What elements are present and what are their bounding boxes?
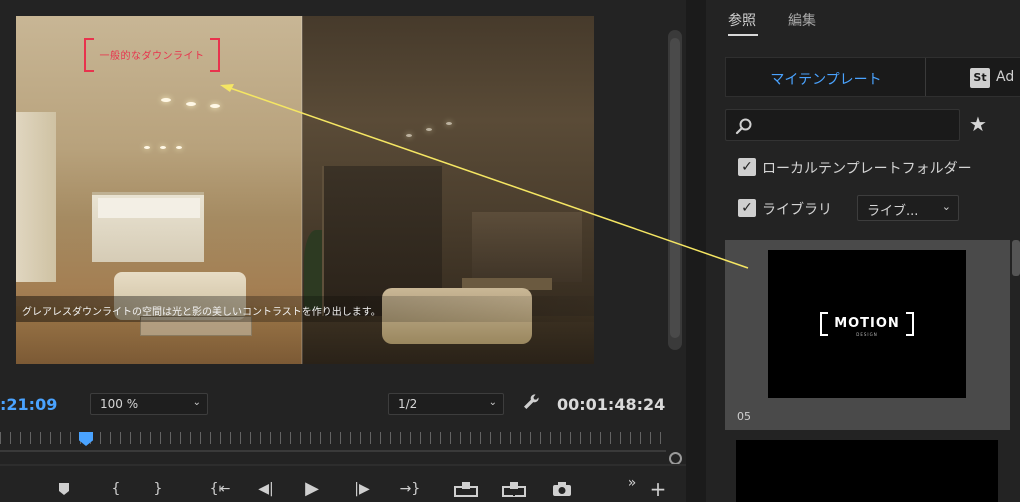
active-tab-indicator [728,34,758,36]
bracket-right [210,38,220,72]
downlight [144,146,150,149]
wall [16,112,56,282]
template-source-switch: マイテンプレート St Ad [725,57,1020,97]
template-card[interactable]: MOTION DESIGN 05 [725,240,1010,430]
track-bar [0,464,686,466]
panel-gutter [686,0,706,502]
step-forward-button[interactable]: |▶ [350,478,374,500]
go-to-in-button[interactable]: {⇤ [206,478,234,500]
overlay-label-frame: 一般的なダウンライト [84,38,220,72]
wrench-icon[interactable] [520,392,542,414]
ruler-ticks [0,432,662,444]
monitor-controls: :21:09 100 % ⌄ 1/2 ⌄ 00:01:48:24 [0,392,686,418]
bracket-left [84,38,94,72]
motion-design-logo: MOTION DESIGN [820,312,914,338]
extract-button[interactable] [502,478,526,500]
monitor-scrollbar[interactable] [668,30,682,350]
ruler-base [0,450,666,452]
tab-edit[interactable]: 編集 [788,10,816,30]
logo-text: MOTION [834,316,900,331]
downlight [186,102,196,106]
downlight [406,134,412,137]
chevron-down-icon: ⌄ [488,397,497,408]
my-templates-label: マイテンプレート [770,72,882,88]
logo-subtext: DESIGN [856,332,878,337]
overlay-label-text: 一般的なダウンライト [99,51,205,62]
search-input[interactable] [760,116,950,136]
mark-in-button[interactable]: { [104,478,128,500]
play-button[interactable]: ▶ [300,478,324,500]
mark-out-button[interactable]: } [146,478,170,500]
template-card[interactable] [736,440,998,502]
logo-bracket-left [820,312,828,336]
playhead-timecode[interactable]: :21:09 [0,395,57,414]
resolution-dropdown[interactable]: 1/2 ⌄ [388,393,504,415]
transport-controls: { } {⇤ ◀| ▶ |▶ →} » + [0,474,686,502]
caption-bar: グレアレスダウンライトの空間は光と影の美しいコントラストを作り出します。 [16,296,594,322]
button-editor-add-icon[interactable]: + [646,478,670,500]
my-templates-button[interactable]: マイテンプレート [726,58,926,96]
more-controls-icon[interactable]: » [620,472,644,494]
chevron-down-icon: ⌄ [192,397,201,408]
caption-text: グレアレスダウンライトの空間は光と影の美しいコントラストを作り出します。 [22,307,381,318]
kitchen-cabinet [98,198,200,218]
downlight [161,98,171,102]
downlight [210,104,220,108]
template-thumbnail: MOTION DESIGN [768,250,966,398]
program-monitor: 一般的なダウンライト グレアレスダウンライトの空間は光と影の美しいコントラストを… [0,0,686,502]
monitor-scrollbar-thumb[interactable] [670,38,680,338]
add-marker-button[interactable] [52,478,76,500]
downlight [446,122,452,125]
search-icon [735,118,752,135]
panel-scrollbar-thumb[interactable] [1012,240,1020,276]
logo-bracket-right [906,312,914,336]
local-folder-checkbox[interactable]: ✓ [738,158,756,176]
zoom-value: 100 % [100,397,139,411]
library-checkbox[interactable]: ✓ [738,199,756,217]
library-dropdown[interactable]: ライブ... ⌄ [857,195,959,221]
lift-button[interactable] [454,478,478,500]
adobe-stock-icon[interactable]: St [970,68,990,88]
local-folder-label: ローカルテンプレートフォルダー [762,161,972,177]
cabinet [472,212,582,282]
library-dropdown-value: ライブ... [867,204,919,219]
resolution-value: 1/2 [398,397,418,411]
template-name: 05 [737,410,751,423]
star-icon[interactable]: ★ [966,112,990,136]
zoom-dropdown[interactable]: 100 % ⌄ [90,393,208,415]
search-field[interactable] [725,109,960,141]
downlight [176,146,182,149]
tab-browse[interactable]: 参照 [728,10,756,30]
duration-timecode: 00:01:48:24 [557,395,666,414]
downlight [160,146,166,149]
adobe-stock-label[interactable]: Ad [996,69,1014,85]
premiere-window: 一般的なダウンライト グレアレスダウンライトの空間は光と影の美しいコントラストを… [0,0,1020,502]
chevron-down-icon: ⌄ [941,200,951,213]
camera-icon[interactable] [550,478,574,500]
time-ruler[interactable] [0,426,686,465]
essential-graphics-panel: 参照 編集 マイテンプレート St Ad ★ ✓ ローカルテンプレートフォルダー… [706,0,1020,502]
downlight [426,128,432,131]
go-to-out-button[interactable]: →} [396,478,424,500]
library-label: ライブラリ [762,202,832,218]
video-preview[interactable]: 一般的なダウンライト グレアレスダウンライトの空間は光と影の美しいコントラストを… [16,16,594,364]
step-back-button[interactable]: ◀| [254,478,278,500]
